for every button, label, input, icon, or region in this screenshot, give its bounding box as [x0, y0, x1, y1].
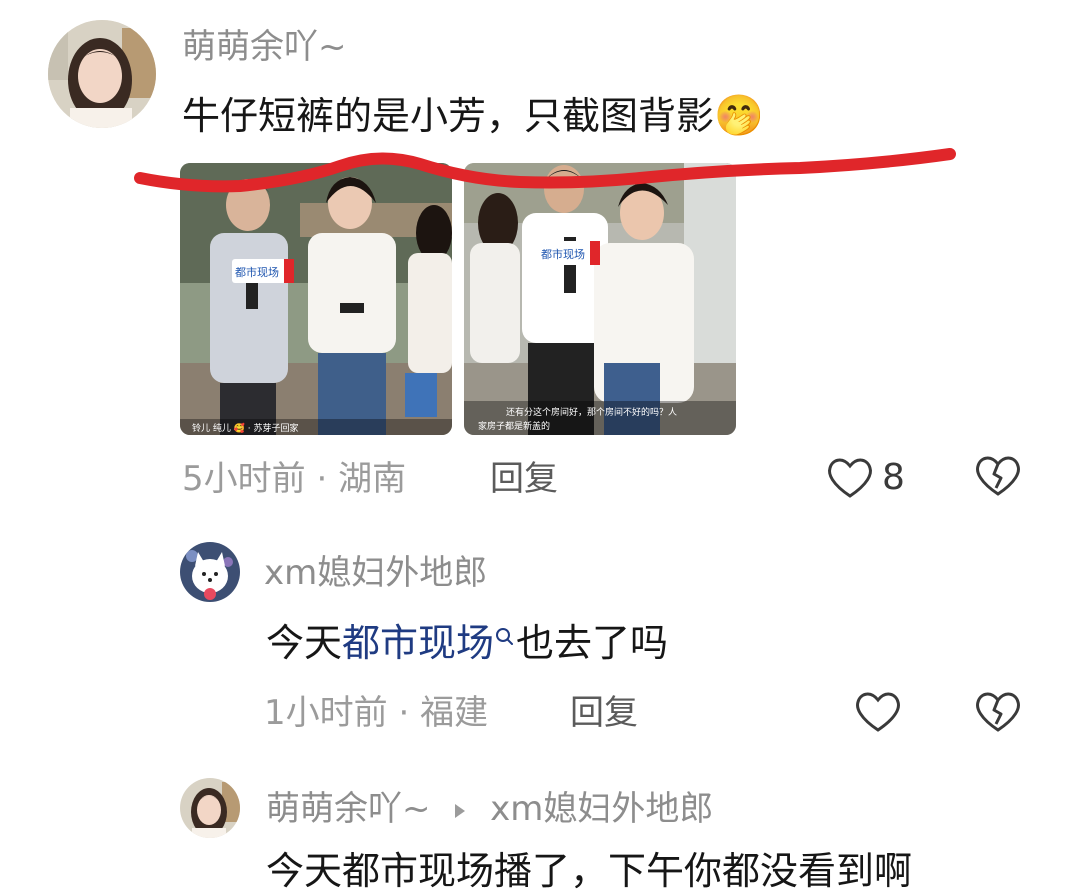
broken-heart-icon — [976, 692, 1020, 732]
comment-location: 湖南 — [338, 459, 407, 499]
reply2-header: 萌萌余吖~ xm媳妇外地郎 — [266, 792, 713, 826]
reply1-text-before: 今天 — [266, 621, 343, 665]
reply1-text: 今天都市现场 也去了吗 — [266, 624, 668, 662]
reply1-username[interactable]: xm媳妇外地郎 — [264, 556, 487, 590]
reply1-reply-button[interactable]: 回复 — [570, 696, 638, 730]
reply-arrow-icon — [455, 803, 466, 818]
image-2-badge: 都市现场 — [541, 247, 585, 261]
reply1-avatar[interactable] — [180, 542, 240, 602]
reply1-time: 1小时前 — [264, 693, 388, 733]
reply2-text: 今天都市现场播了，下午你都没看到啊 — [266, 849, 913, 893]
reply2-avatar[interactable] — [180, 778, 240, 838]
reply2-username[interactable]: 萌萌余吖~ — [266, 789, 431, 829]
image-1-caption: 铃儿 纯儿 🥰 · 苏芽子回家 — [192, 424, 299, 434]
meta-separator: · — [398, 693, 421, 733]
meta-separator: · — [316, 459, 339, 499]
reply1-text-after: 也去了吗 — [516, 621, 669, 665]
comment-time: 5小时前 — [182, 459, 306, 499]
comment-meta: 5小时前 · 湖南 — [182, 462, 406, 496]
heart-icon — [828, 458, 872, 498]
comment-dislike-button[interactable] — [974, 454, 1024, 502]
comment-like-button[interactable]: 8 — [826, 454, 916, 502]
comment-reply-button[interactable]: 回复 — [490, 462, 558, 496]
reply1-like-button[interactable] — [854, 690, 904, 738]
image-2-caption-line2: 家房子都是新盖的 — [478, 422, 551, 432]
search-icon[interactable] — [494, 626, 516, 652]
reply1-dislike-button[interactable] — [974, 690, 1024, 738]
reply1-meta: 1小时前 · 福建 — [264, 696, 488, 730]
reply1-topic-link[interactable]: 都市现场 — [342, 621, 494, 665]
image-1-badge: 都市现场 — [235, 265, 279, 279]
image-2-caption-line1: 还有分这个房间好，那个房间不好的吗？人 — [506, 408, 678, 418]
red-annotation-stroke — [134, 148, 956, 193]
heart-icon — [856, 692, 900, 732]
reply1-location: 福建 — [420, 693, 489, 733]
comment-like-count: 8 — [882, 457, 905, 498]
broken-heart-icon — [976, 456, 1020, 496]
reply2-reply-to[interactable]: xm媳妇外地郎 — [490, 789, 713, 829]
